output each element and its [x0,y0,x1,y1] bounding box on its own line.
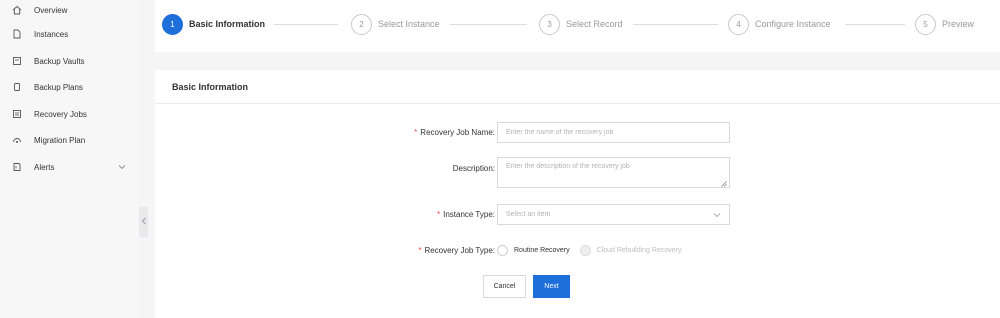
sidebar-item-migration-plan[interactable]: Migration Plan [0,130,139,150]
step-select-instance: 2 Select Instance [351,13,440,35]
cancel-button[interactable]: Cancel [483,275,526,298]
step-number: 1 [162,13,183,35]
radio-circle [579,244,591,256]
resize-grip-icon[interactable] [721,180,727,187]
step-configure-instance: 4 Configure Instance [728,13,831,35]
recovery-icon [12,109,22,119]
recovery-job-type-group: Routine Recovery Cloud Rebuilding Recove… [497,244,691,256]
chevron-left-icon [141,217,147,227]
step-connector [450,24,527,25]
home-icon [12,5,22,15]
step-label: Select Instance [378,19,440,29]
instance-type-select[interactable]: Select an item [497,204,730,225]
job-name-input[interactable] [497,122,730,143]
step-select-record: 3 Select Record [539,13,623,35]
radio-circle[interactable] [497,244,508,256]
sidebar: Overview Instances Backup Vaults Backup … [0,0,139,318]
sidebar-item-alerts[interactable]: Alerts [0,157,139,177]
plan-icon [12,82,22,92]
chevron-down-icon[interactable] [118,163,126,171]
sidebar-item-backup-plans[interactable]: Backup Plans [0,77,139,97]
required-mark: * [436,210,441,219]
sidebar-item-label: Backup Vaults [34,56,85,66]
step-connector [633,24,718,25]
step-label: Basic Information [189,19,266,29]
radio-routine-recovery[interactable]: Routine Recovery [497,244,570,256]
description-label: Description: [452,164,495,173]
step-number: 4 [728,13,749,35]
required-mark: * [414,128,418,137]
radio-label: Cloud Rebuilding Recovery [596,246,682,254]
step-number: 2 [351,13,372,35]
job-name-label: * Recovery Job Name: [414,128,495,137]
step-preview: 5 Preview [915,13,974,35]
chevron-down-icon [713,211,721,219]
section-title: Basic Information [172,82,249,92]
description-textarea[interactable] [497,157,730,188]
sidebar-item-label: Migration Plan [34,135,86,145]
sidebar-item-label: Backup Plans [34,82,83,92]
select-placeholder: Select an item [506,211,551,218]
document-icon [12,29,22,39]
steps-bar: 1 Basic Information 2 Select Instance 3 … [155,0,1000,52]
card-header: Basic Information [155,70,1000,104]
recovery-job-type-label: * Recovery Job Type: [418,246,495,255]
step-label: Select Record [566,19,623,29]
next-button[interactable]: Next [533,275,570,298]
step-connector [845,24,905,25]
step-connector [274,24,338,25]
instance-type-label: * Instance Type: [436,210,495,219]
required-mark: * [418,246,422,255]
step-label: Preview [942,19,975,29]
radio-cloud-rebuilding-recovery: Cloud Rebuilding Recovery [579,244,682,256]
sidebar-item-label: Instances [34,29,69,39]
step-number: 5 [915,13,936,35]
step-label: Configure Instance [755,19,831,29]
alert-icon [12,162,22,172]
sidebar-item-label: Recovery Jobs [34,109,87,119]
sidebar-item-backup-vaults[interactable]: Backup Vaults [0,51,139,71]
basic-information-card: Basic Information *Recovery Job Name: De… [155,70,1000,318]
sidebar-item-overview[interactable]: Overview [0,0,139,20]
migration-icon [12,135,22,145]
sidebar-item-instances[interactable]: Instances [0,24,139,44]
sidebar-item-label: Overview [34,5,68,15]
sidebar-item-label: Alerts [34,162,55,172]
radio-label: Routine Recovery [514,246,570,254]
step-basic-information: 1 Basic Information [162,13,265,35]
sidebar-item-recovery-jobs[interactable]: Recovery Jobs [0,104,139,124]
sidebar-collapse-handle[interactable] [139,207,148,237]
vault-icon [12,56,22,66]
step-number: 3 [539,13,560,35]
